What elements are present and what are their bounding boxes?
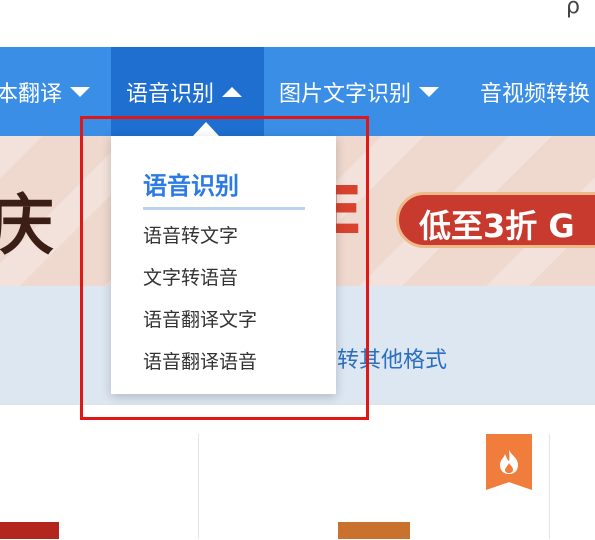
partial-glyph-icon: ῤ: [566, 0, 580, 19]
nav-item-label: 语音识别: [126, 81, 215, 107]
chevron-up-icon: [222, 86, 243, 97]
top-header: ῤ: [0, 0, 595, 47]
card-thumbnail: [0, 522, 59, 539]
chevron-down-icon: [70, 86, 91, 97]
nav-item-label: 音视频转换: [480, 81, 591, 107]
discount-badge: 低至3折 G: [396, 192, 595, 248]
chevron-down-icon: [419, 86, 440, 97]
discount-text: 低至3折 G: [419, 207, 575, 245]
nav-item-label: 本翻译: [0, 81, 63, 107]
nav-item-label: 图片文字识别: [279, 81, 412, 107]
highlight-box: [80, 116, 369, 420]
card-divider: [198, 434, 199, 539]
card-divider: [549, 434, 550, 539]
fire-icon: [486, 434, 532, 490]
nav-item-av-conversion[interactable]: 音视频转换: [480, 47, 595, 136]
banner-text-left: 庆: [0, 187, 54, 264]
card-thumbnail: [338, 522, 410, 539]
